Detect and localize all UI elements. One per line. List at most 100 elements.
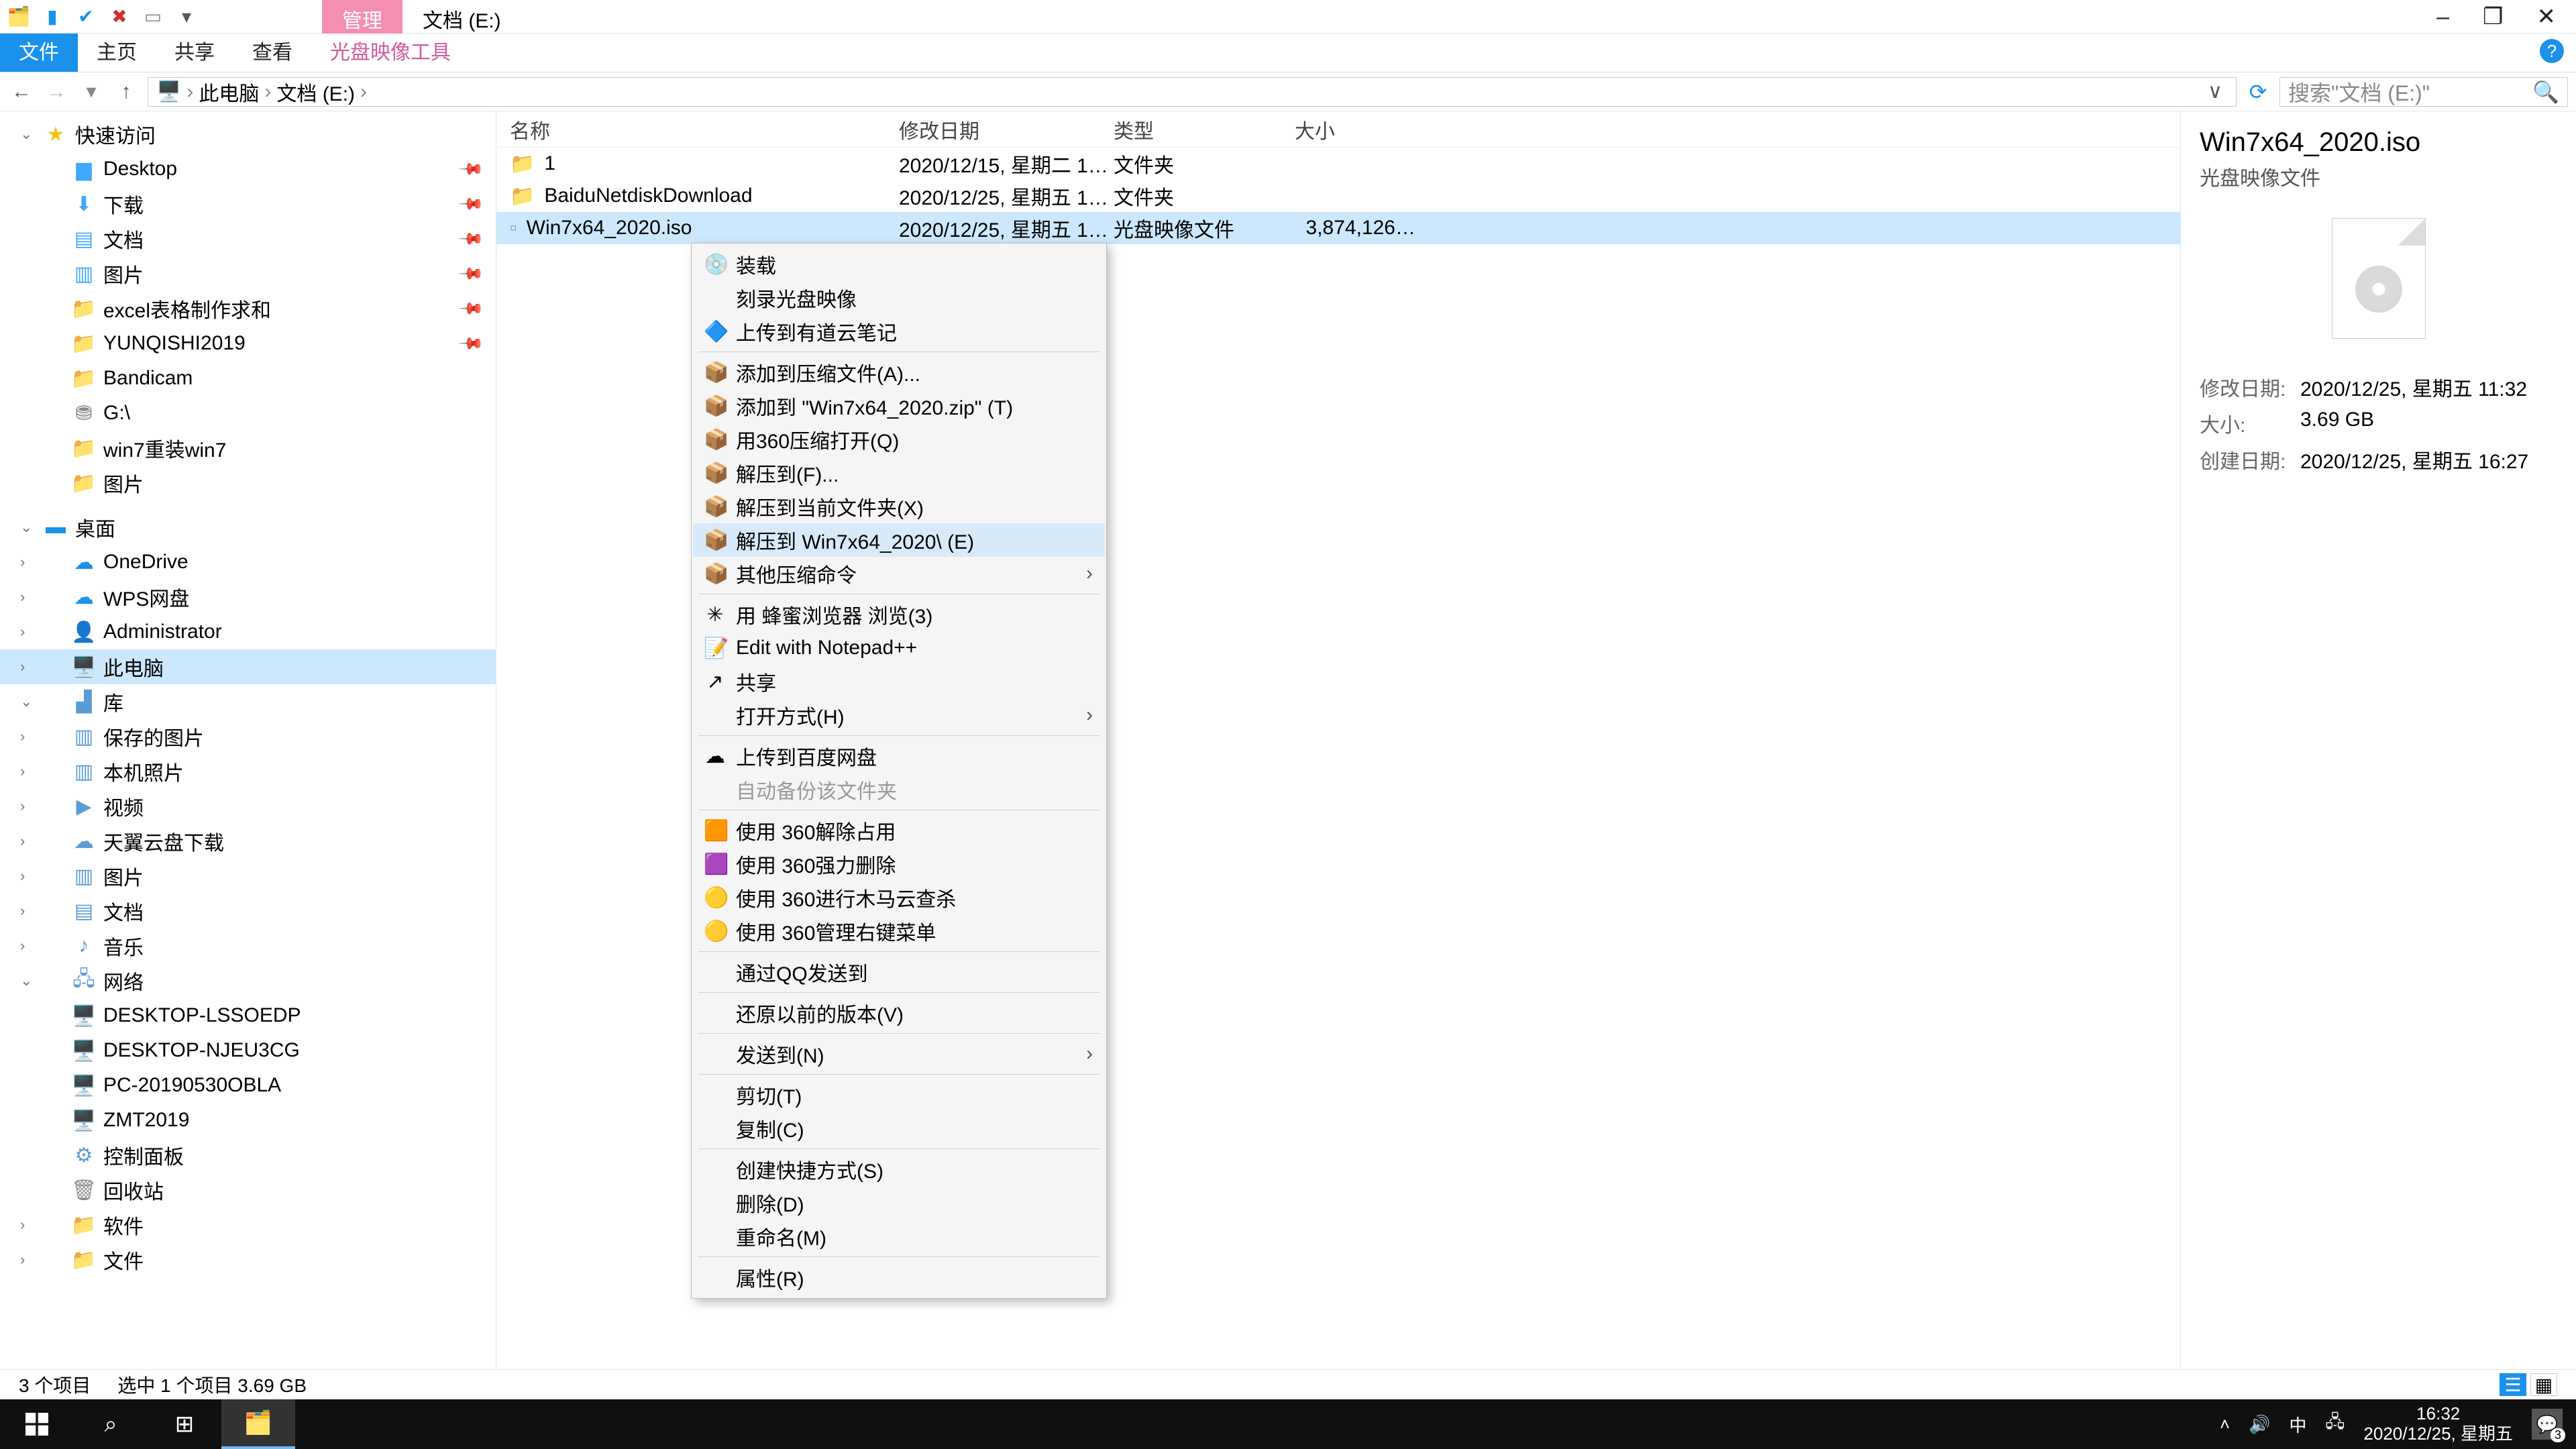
task-view-button[interactable]: ⊞	[148, 1399, 221, 1449]
tab-manage[interactable]: 管理	[322, 0, 402, 34]
chevron-down-icon[interactable]: ⌄	[20, 972, 32, 989]
chevron-down-icon[interactable]: ⌄	[20, 519, 32, 536]
close-button[interactable]: ✕	[2537, 3, 2557, 30]
chevron-right-icon[interactable]: ›	[20, 588, 25, 606]
menu-item[interactable]: 剪切(T)	[693, 1078, 1105, 1112]
clock[interactable]: 16:32 2020/12/25, 星期五	[2363, 1404, 2513, 1444]
menu-item[interactable]: 🟧使用 360解除占用	[693, 814, 1105, 847]
menu-item[interactable]: 🔷上传到有道云笔记	[693, 315, 1105, 348]
view-details-button[interactable]: ☰	[2500, 1373, 2526, 1396]
menu-item[interactable]: 🟡使用 360管理右键菜单	[693, 914, 1105, 948]
menu-item[interactable]: ↗共享	[693, 665, 1105, 698]
nav-libraries[interactable]: ⌄▟库	[0, 684, 496, 719]
explorer-taskbar-button[interactable]: 🗂️	[221, 1399, 295, 1449]
menu-item[interactable]: 💿装载	[693, 248, 1105, 281]
menu-item[interactable]: 📦添加到压缩文件(A)...	[693, 356, 1105, 389]
menu-item[interactable]: 发送到(N)›	[693, 1037, 1105, 1071]
nav-this-pc[interactable]: ›🖥️此电脑	[0, 649, 496, 684]
nav-network[interactable]: ⌄🖧网络	[0, 963, 496, 998]
back-button[interactable]: ←	[8, 80, 35, 103]
network-icon[interactable]: 🖧	[2325, 1409, 2345, 1439]
search-input[interactable]: 搜索"文档 (E:)" 🔍	[2279, 77, 2568, 107]
menu-item[interactable]: 📦其他压缩命令›	[693, 557, 1105, 590]
nav-quick-access[interactable]: ⌄★快速访问	[0, 117, 496, 152]
chevron-right-icon[interactable]: ›	[20, 798, 25, 815]
chevron-down-icon[interactable]: ⌄	[20, 125, 32, 143]
nav-downloads[interactable]: ⬇下载📌	[0, 186, 496, 221]
menu-item[interactable]: 还原以前的版本(V)	[693, 996, 1105, 1030]
menu-item[interactable]: 📦解压到当前文件夹(X)	[693, 490, 1105, 523]
col-name[interactable]: 名称	[510, 115, 899, 144]
nav-documents[interactable]: ▤文档📌	[0, 221, 496, 256]
menu-item[interactable]: 刻录光盘映像	[693, 281, 1105, 315]
chevron-right-icon[interactable]: ›	[20, 658, 25, 676]
maximize-button[interactable]: ❐	[2483, 3, 2503, 30]
tab-home[interactable]: 主页	[78, 29, 156, 72]
chevron-right-icon[interactable]: ›	[20, 553, 25, 571]
menu-item[interactable]: 打开方式(H)›	[693, 698, 1105, 732]
qat-pin-icon[interactable]: ▮	[42, 6, 63, 28]
context-menu[interactable]: 💿装载刻录光盘映像🔷上传到有道云笔记📦添加到压缩文件(A)...📦添加到 "Wi…	[691, 243, 1107, 1299]
menu-item[interactable]: ✳用 蜂蜜浏览器 浏览(3)	[693, 598, 1105, 631]
nav-files[interactable]: ›📁文件	[0, 1242, 496, 1277]
breadcrumb[interactable]: 🖥️ › 此电脑 › 文档 (E:) › ∨	[148, 77, 2237, 107]
nav-pictures[interactable]: ▥图片📌	[0, 256, 496, 291]
chevron-right-icon[interactable]: ›	[20, 833, 25, 850]
chevron-right-icon[interactable]: ›	[186, 80, 193, 103]
taskbar[interactable]: ⌕ ⊞ 🗂️ ˄ 🔊 中 🖧 16:32 2020/12/25, 星期五 💬3	[0, 1399, 2576, 1449]
nav-recycle[interactable]: 🗑回收站	[0, 1173, 496, 1208]
nav-net-1[interactable]: 🖥️DESKTOP-LSSOEDP	[0, 998, 496, 1033]
nav-lib-tianyi[interactable]: ›☁天翼云盘下载	[0, 824, 496, 859]
menu-item[interactable]: ☁上传到百度网盘	[693, 739, 1105, 773]
tab-view[interactable]: 查看	[233, 29, 311, 72]
chevron-right-icon[interactable]: ›	[20, 937, 25, 955]
refresh-button[interactable]: ⟳	[2245, 79, 2271, 105]
qat-new-icon[interactable]: ▭	[142, 6, 164, 28]
table-row[interactable]: 📁BaiduNetdiskDownload2020/12/25, 星期五 1…文…	[496, 180, 2180, 212]
qat-dropdown-icon[interactable]: ▾	[176, 6, 197, 28]
col-size[interactable]: 大小	[1295, 115, 1429, 144]
menu-item[interactable]: 属性(R)	[693, 1260, 1105, 1294]
nav-net-3[interactable]: 🖥️PC-20190530OBLA	[0, 1068, 496, 1103]
chevron-right-icon[interactable]: ›	[360, 80, 367, 103]
crumb-dropdown-icon[interactable]: ∨	[2208, 80, 2222, 103]
chevron-right-icon[interactable]: ›	[264, 80, 271, 103]
qat-close-icon[interactable]: ✖	[109, 6, 130, 28]
forward-button[interactable]: →	[43, 80, 70, 103]
nav-admin[interactable]: ›👤Administrator	[0, 614, 496, 649]
help-button[interactable]: ?	[2540, 39, 2564, 63]
menu-item[interactable]: 📦用360压缩打开(Q)	[693, 423, 1105, 456]
nav-lib-saved[interactable]: ›▥保存的图片	[0, 719, 496, 754]
nav-net-2[interactable]: 🖥️DESKTOP-NJEU3CG	[0, 1033, 496, 1068]
menu-item[interactable]: 重命名(M)	[693, 1220, 1105, 1253]
menu-item[interactable]: 复制(C)	[693, 1112, 1105, 1145]
tab-disc-tools[interactable]: 光盘映像工具	[311, 29, 470, 72]
view-icons-button[interactable]: ▦	[2530, 1373, 2557, 1396]
nav-lib-music[interactable]: ›♪音乐	[0, 928, 496, 963]
tab-file[interactable]: 文件	[0, 29, 78, 72]
chevron-right-icon[interactable]: ›	[20, 1216, 25, 1234]
chevron-right-icon[interactable]: ›	[20, 763, 25, 780]
nav-software[interactable]: ›📁软件	[0, 1208, 496, 1242]
menu-item[interactable]: 删除(D)	[693, 1186, 1105, 1220]
column-headers[interactable]: 名称 修改日期 类型 大小	[496, 111, 2180, 148]
nav-control-panel[interactable]: ⚙控制面板	[0, 1138, 496, 1173]
nav-win7[interactable]: 📁win7重装win7	[0, 431, 496, 466]
nav-wps[interactable]: ›☁WPS网盘	[0, 580, 496, 614]
crumb-this-pc[interactable]: 此电脑	[199, 77, 259, 107]
menu-item[interactable]: 🟪使用 360强力删除	[693, 847, 1105, 881]
table-row[interactable]: ▫Win7x64_2020.iso2020/12/25, 星期五 1…光盘映像文…	[496, 212, 2180, 244]
up-button[interactable]: ↑	[113, 80, 140, 103]
col-date[interactable]: 修改日期	[899, 115, 1114, 144]
search-icon[interactable]: 🔍	[2532, 79, 2559, 105]
recent-dropdown[interactable]: ▾	[78, 80, 105, 103]
start-button[interactable]	[0, 1399, 74, 1449]
nav-lib-pics[interactable]: ›▥图片	[0, 859, 496, 894]
crumb-drive[interactable]: 文档 (E:)	[276, 77, 355, 107]
nav-lib-video[interactable]: ›▶视频	[0, 789, 496, 824]
chevron-right-icon[interactable]: ›	[20, 623, 25, 641]
minimize-button[interactable]: –	[2436, 4, 2449, 30]
menu-item[interactable]: 创建快捷方式(S)	[693, 1152, 1105, 1186]
volume-icon[interactable]: 🔊	[2249, 1414, 2270, 1435]
nav-yunqishi[interactable]: 📁YUNQISHI2019📌	[0, 326, 496, 361]
